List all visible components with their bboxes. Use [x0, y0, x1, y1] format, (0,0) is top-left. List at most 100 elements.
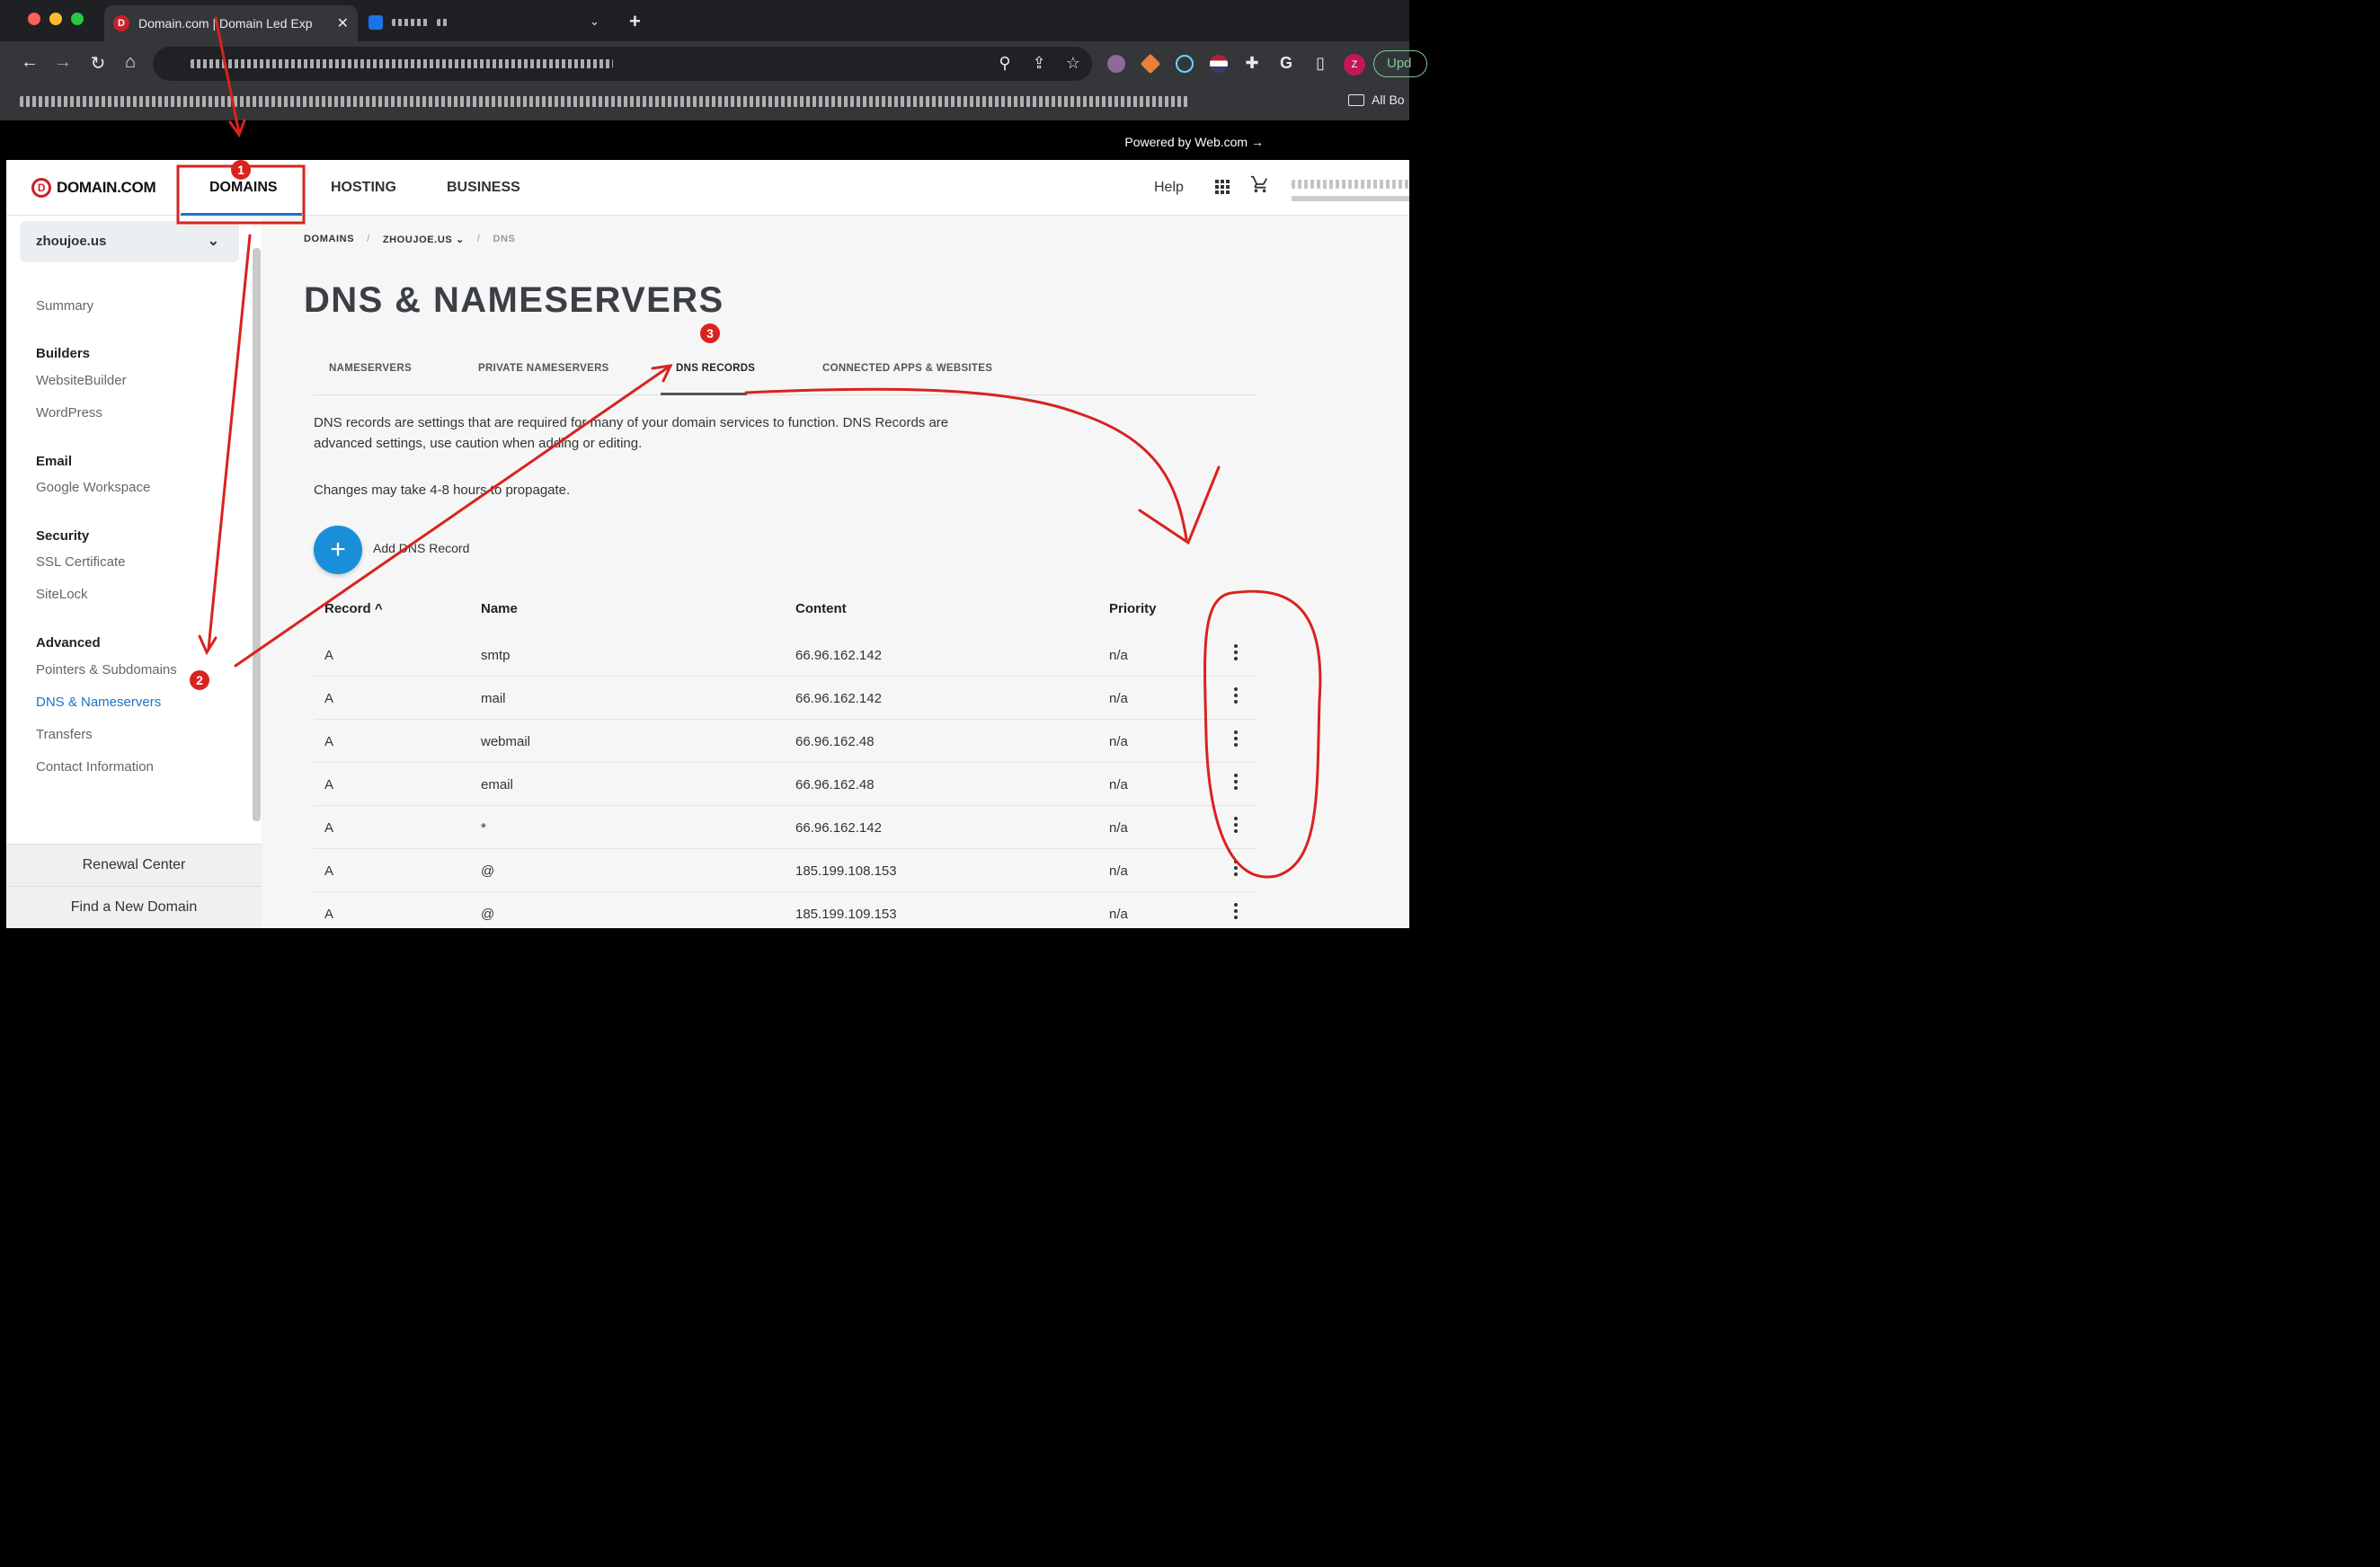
- sidebar-item-pointers-subdomains[interactable]: Pointers & Subdomains: [36, 662, 177, 677]
- cell-record: A: [324, 777, 334, 792]
- back-icon[interactable]: ←: [18, 52, 41, 73]
- tab-search-icon[interactable]: ⌄: [590, 14, 599, 29]
- react-devtools-icon[interactable]: [1176, 55, 1194, 73]
- row-menu-icon[interactable]: [1230, 730, 1242, 747]
- column-header-record[interactable]: Record ^: [324, 601, 383, 616]
- tab-active-underline: [661, 393, 747, 395]
- cell-content: 66.96.162.142: [795, 691, 882, 706]
- powered-by-link[interactable]: Powered by Web.com →: [1124, 135, 1264, 149]
- sidebar-item-dns-nameservers[interactable]: DNS & Nameservers: [36, 695, 161, 710]
- tab-dns-records[interactable]: DNS RECORDS: [676, 363, 755, 374]
- row-menu-icon[interactable]: [1230, 644, 1242, 660]
- home-icon[interactable]: ⌂: [119, 52, 142, 73]
- sidebar-item-websitebuilder[interactable]: WebsiteBuilder: [36, 373, 127, 388]
- renewal-center-button[interactable]: Renewal Center: [6, 844, 262, 886]
- column-header-name[interactable]: Name: [481, 601, 518, 616]
- cell-record: A: [324, 648, 334, 663]
- sidebar: zhoujoe.us ⌄ Summary Builders WebsiteBui…: [6, 216, 262, 928]
- nav-hosting[interactable]: HOSTING: [331, 180, 396, 196]
- add-dns-record-button[interactable]: +: [314, 526, 362, 574]
- cell-content: 66.96.162.142: [795, 820, 882, 836]
- maximize-window-button[interactable]: [71, 13, 84, 25]
- breadcrumb-domain-dropdown[interactable]: ZHOUJOE.US ⌄: [383, 234, 465, 245]
- cart-icon[interactable]: [1250, 174, 1270, 199]
- sidebar-item-wordpress[interactable]: WordPress: [36, 405, 102, 421]
- breadcrumb-current: DNS: [493, 234, 516, 244]
- browser-tab-inactive[interactable]: [369, 13, 548, 32]
- tab-favicon-icon: [369, 15, 383, 30]
- redacted-tab-title: [392, 19, 428, 26]
- redacted-account[interactable]: [1292, 180, 1409, 189]
- web-page: Powered by Web.com → D DOMAIN.COM DOMAIN…: [6, 120, 1409, 928]
- forward-icon[interactable]: →: [51, 52, 75, 73]
- bookmark-star-icon[interactable]: ☆: [1062, 54, 1084, 73]
- us-flag-icon[interactable]: [1210, 55, 1228, 73]
- table-row: A mail 66.96.162.142 n/a: [314, 677, 1256, 720]
- nav-domains[interactable]: DOMAINS: [209, 180, 278, 196]
- row-menu-icon[interactable]: [1230, 817, 1242, 833]
- apps-grid-icon[interactable]: [1215, 180, 1230, 194]
- cell-record: A: [324, 734, 334, 749]
- table-row: A smtp 66.96.162.142 n/a: [314, 633, 1256, 677]
- browser-tab-active[interactable]: D Domain.com | Domain Led Exp ✕: [104, 5, 358, 41]
- side-panel-icon[interactable]: ▯: [1310, 54, 1331, 73]
- domain-selector[interactable]: zhoujoe.us ⌄: [20, 221, 239, 262]
- cell-priority: n/a: [1109, 907, 1128, 922]
- table-row: A * 66.96.162.142 n/a: [314, 806, 1256, 849]
- cell-name: smtp: [481, 648, 511, 663]
- update-button[interactable]: Upd: [1373, 50, 1427, 77]
- domain-logo-icon: D: [31, 178, 51, 198]
- redacted-url: [191, 59, 613, 68]
- close-tab-icon[interactable]: ✕: [337, 14, 349, 32]
- promo-top-bar: Powered by Web.com →: [6, 120, 1409, 160]
- breadcrumb-domains[interactable]: DOMAINS: [304, 234, 354, 245]
- reload-icon[interactable]: ↻: [86, 52, 110, 75]
- sidebar-item-google-workspace[interactable]: Google Workspace: [36, 480, 150, 495]
- page-title: DNS & NAMESERVERS: [304, 280, 724, 320]
- profile-avatar[interactable]: Z: [1344, 54, 1365, 75]
- cell-priority: n/a: [1109, 648, 1128, 663]
- table-row: A @ 185.199.109.153 n/a: [314, 892, 1256, 928]
- share-icon[interactable]: ⇪: [1028, 54, 1050, 73]
- column-header-content[interactable]: Content: [795, 601, 847, 616]
- minimize-window-button[interactable]: [49, 13, 62, 25]
- sidebar-item-summary[interactable]: Summary: [36, 298, 93, 314]
- tab-divider: [314, 394, 1256, 395]
- close-window-button[interactable]: [28, 13, 40, 25]
- sidebar-item-ssl-certificate[interactable]: SSL Certificate: [36, 554, 126, 570]
- column-header-priority[interactable]: Priority: [1109, 601, 1157, 616]
- add-dns-record-label[interactable]: Add DNS Record: [373, 541, 469, 555]
- extensions-puzzle-icon[interactable]: ✚: [1241, 54, 1263, 73]
- all-bookmarks-button[interactable]: All Bo: [1348, 93, 1405, 107]
- breadcrumb-separator: /: [476, 234, 481, 244]
- row-menu-icon[interactable]: [1230, 860, 1242, 876]
- sidebar-scrollbar[interactable]: [253, 248, 261, 821]
- find-new-domain-button[interactable]: Find a New Domain: [6, 886, 262, 928]
- chevron-down-icon: ⌄: [207, 234, 219, 249]
- sidebar-item-contact-information[interactable]: Contact Information: [36, 759, 154, 775]
- tab-nameservers[interactable]: NAMESERVERS: [329, 363, 412, 374]
- cell-name: @: [481, 907, 495, 922]
- site-logo[interactable]: D DOMAIN.COM: [31, 178, 156, 198]
- redacted-bookmarks[interactable]: [20, 96, 1188, 107]
- grammarly-icon[interactable]: G: [1275, 54, 1297, 73]
- cell-name: webmail: [481, 734, 531, 749]
- tab-private-nameservers[interactable]: PRIVATE NAMESERVERS: [478, 363, 609, 374]
- sidebar-heading-advanced: Advanced: [36, 635, 101, 651]
- extension-icon[interactable]: [1107, 55, 1125, 73]
- sidebar-item-sitelock[interactable]: SiteLock: [36, 587, 88, 602]
- nav-business[interactable]: BUSINESS: [447, 180, 520, 196]
- main-nav: D DOMAIN.COM DOMAINS HOSTING BUSINESS He…: [6, 160, 1409, 216]
- cell-name: @: [481, 863, 495, 879]
- cell-record: A: [324, 863, 334, 879]
- row-menu-icon[interactable]: [1230, 903, 1242, 919]
- zoom-icon[interactable]: ⚲: [994, 54, 1016, 73]
- sidebar-item-transfers[interactable]: Transfers: [36, 727, 93, 742]
- tab-connected-apps[interactable]: CONNECTED APPS & WEBSITES: [822, 363, 992, 374]
- nav-help[interactable]: Help: [1154, 180, 1184, 196]
- cell-priority: n/a: [1109, 734, 1128, 749]
- cell-name: mail: [481, 691, 506, 706]
- row-menu-icon[interactable]: [1230, 687, 1242, 704]
- new-tab-button[interactable]: +: [629, 10, 641, 33]
- row-menu-icon[interactable]: [1230, 774, 1242, 790]
